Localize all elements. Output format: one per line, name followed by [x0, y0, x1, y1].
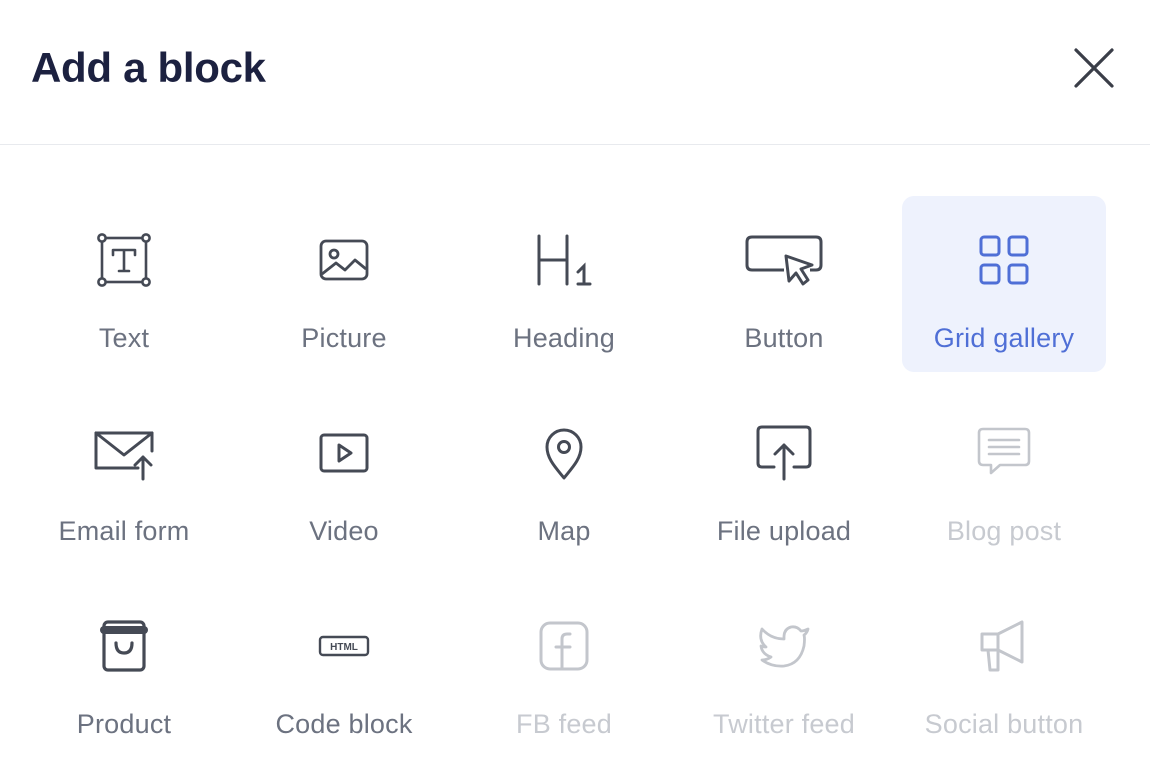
block-label: Twitter feed [713, 709, 855, 739]
block-label: Code block [275, 709, 413, 739]
block-label: Text [98, 323, 150, 353]
html-code-icon: HTML [314, 616, 374, 676]
facebook-icon [534, 616, 594, 676]
close-icon[interactable] [1070, 44, 1118, 92]
blog-post-icon [974, 423, 1034, 483]
block-grid-gallery[interactable]: Grid gallery [902, 196, 1106, 372]
video-icon [314, 423, 374, 483]
block-blog-post[interactable]: Blog post [902, 389, 1106, 565]
map-pin-icon [534, 423, 594, 483]
html-icon-text: HTML [330, 642, 358, 653]
button-icon [745, 230, 823, 290]
block-label: Blog post [946, 516, 1062, 546]
grid-gallery-icon [974, 230, 1034, 290]
twitter-icon [754, 616, 814, 676]
block-twitter-feed[interactable]: Twitter feed [682, 582, 886, 758]
block-label: Button [744, 323, 824, 353]
megaphone-icon [974, 616, 1034, 676]
block-file-upload[interactable]: File upload [682, 389, 886, 565]
block-label: Picture [301, 323, 387, 353]
block-heading[interactable]: Heading [462, 196, 666, 372]
dialog-header: Add a block [0, 0, 1150, 145]
block-email-form[interactable]: Email form [22, 389, 226, 565]
block-label: Heading [513, 323, 615, 353]
block-label: Map [537, 516, 591, 546]
block-video[interactable]: Video [242, 389, 446, 565]
picture-icon [314, 230, 374, 290]
block-label: FB feed [516, 709, 612, 739]
block-label: Social button [924, 709, 1084, 739]
dialog-title: Add a block [31, 44, 266, 91]
block-grid: Text Picture Heading Button Grid gallery… [22, 196, 1106, 758]
block-label: Video [309, 516, 379, 546]
block-map[interactable]: Map [462, 389, 666, 565]
block-label: File upload [716, 516, 852, 546]
heading-icon [534, 230, 594, 290]
block-label: Grid gallery [933, 323, 1075, 353]
file-upload-icon [754, 423, 814, 483]
product-bag-icon [94, 616, 154, 676]
block-text[interactable]: Text [22, 196, 226, 372]
email-form-icon [94, 423, 154, 483]
text-icon [94, 230, 154, 290]
block-social-button[interactable]: Social button [902, 582, 1106, 758]
block-code-block[interactable]: HTML Code block [242, 582, 446, 758]
block-label: Email form [58, 516, 190, 546]
block-picture[interactable]: Picture [242, 196, 446, 372]
block-fb-feed[interactable]: FB feed [462, 582, 666, 758]
block-button[interactable]: Button [682, 196, 886, 372]
block-product[interactable]: Product [22, 582, 226, 758]
block-label: Product [76, 709, 172, 739]
